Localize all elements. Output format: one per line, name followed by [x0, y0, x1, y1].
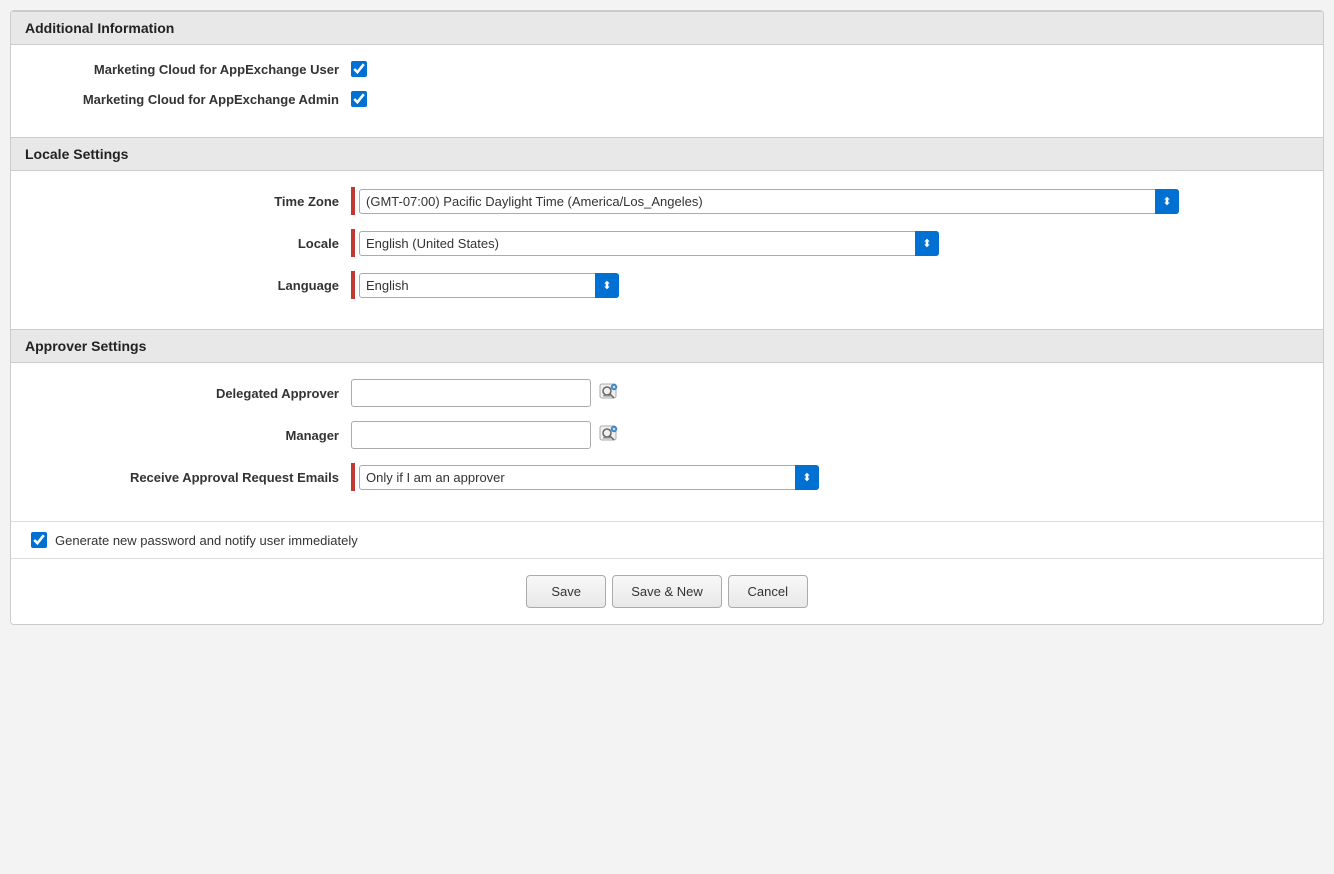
generate-password-row: Generate new password and notify user im… [11, 521, 1323, 558]
receive-approval-row: Receive Approval Request Emails Only if … [31, 463, 1303, 491]
page-container: Additional Information Marketing Cloud f… [10, 10, 1324, 625]
language-select-wrapper: English [359, 273, 619, 298]
generate-password-checkbox[interactable] [31, 532, 47, 548]
language-row: Language English [31, 271, 1303, 299]
marketing-cloud-user-field [351, 61, 1303, 77]
language-required-bar [351, 271, 355, 299]
approver-settings-title: Approver Settings [25, 338, 1309, 354]
marketing-cloud-user-label: Marketing Cloud for AppExchange User [31, 62, 351, 77]
manager-field [351, 421, 1303, 449]
time-zone-select-wrapper: (GMT-07:00) Pacific Daylight Time (Ameri… [359, 189, 1179, 214]
marketing-cloud-admin-checkbox[interactable] [351, 91, 367, 107]
save-button[interactable]: Save [526, 575, 606, 608]
locale-select[interactable]: English (United States) [359, 231, 939, 256]
manager-input[interactable] [351, 421, 591, 449]
manager-label: Manager [31, 428, 351, 443]
receive-approval-required-bar [351, 463, 355, 491]
locale-settings-content: Time Zone (GMT-07:00) Pacific Daylight T… [11, 171, 1323, 329]
delegated-approver-row: Delegated Approver [31, 379, 1303, 407]
receive-approval-select-wrapper: Only if I am an approver Always Never [359, 465, 819, 490]
locale-required-bar [351, 229, 355, 257]
receive-approval-label: Receive Approval Request Emails [31, 470, 351, 485]
time-zone-row: Time Zone (GMT-07:00) Pacific Daylight T… [31, 187, 1303, 215]
language-select[interactable]: English [359, 273, 619, 298]
manager-row: Manager [31, 421, 1303, 449]
locale-settings-title: Locale Settings [25, 146, 1309, 162]
time-zone-label: Time Zone [31, 194, 351, 209]
language-label: Language [31, 278, 351, 293]
additional-information-header: Additional Information [11, 11, 1323, 45]
delegated-approver-field [351, 379, 1303, 407]
generate-password-label: Generate new password and notify user im… [55, 533, 358, 548]
marketing-cloud-admin-label: Marketing Cloud for AppExchange Admin [31, 92, 351, 107]
receive-approval-field: Only if I am an approver Always Never [351, 463, 1303, 491]
locale-label: Locale [31, 236, 351, 251]
locale-settings-header: Locale Settings [11, 137, 1323, 171]
footer-buttons: Save Save & New Cancel [11, 558, 1323, 624]
receive-approval-select[interactable]: Only if I am an approver Always Never [359, 465, 819, 490]
marketing-cloud-admin-field [351, 91, 1303, 107]
marketing-cloud-user-row: Marketing Cloud for AppExchange User [31, 61, 1303, 77]
delegated-approver-input[interactable] [351, 379, 591, 407]
time-zone-required-bar [351, 187, 355, 215]
manager-lookup-icon[interactable] [597, 423, 621, 447]
language-field: English [351, 271, 1303, 299]
locale-row: Locale English (United States) [31, 229, 1303, 257]
approver-settings-content: Delegated Approver Manag [11, 363, 1323, 521]
approver-settings-header: Approver Settings [11, 329, 1323, 363]
additional-information-content: Marketing Cloud for AppExchange User Mar… [11, 45, 1323, 137]
locale-select-wrapper: English (United States) [359, 231, 939, 256]
delegated-approver-lookup-icon[interactable] [597, 381, 621, 405]
delegated-approver-label: Delegated Approver [31, 386, 351, 401]
locale-field: English (United States) [351, 229, 1303, 257]
marketing-cloud-user-checkbox[interactable] [351, 61, 367, 77]
marketing-cloud-admin-row: Marketing Cloud for AppExchange Admin [31, 91, 1303, 107]
time-zone-select[interactable]: (GMT-07:00) Pacific Daylight Time (Ameri… [359, 189, 1179, 214]
time-zone-field: (GMT-07:00) Pacific Daylight Time (Ameri… [351, 187, 1303, 215]
additional-information-title: Additional Information [25, 20, 1309, 36]
cancel-button[interactable]: Cancel [728, 575, 808, 608]
save-new-button[interactable]: Save & New [612, 575, 722, 608]
